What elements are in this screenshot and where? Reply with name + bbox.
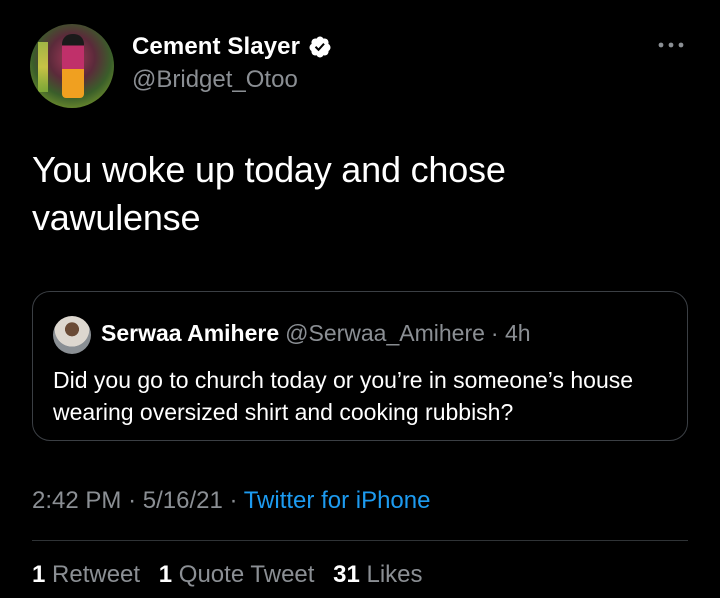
- quoted-tweet-card[interactable]: Serwaa Amihere @Serwaa_Amihere · 4h Did yo…: [32, 291, 688, 441]
- tweet-text: You woke up today and chose vawulense: [32, 149, 506, 238]
- retweets-stat[interactable]: 1 Retweet: [32, 561, 140, 588]
- tweet-date[interactable]: 5/16/21: [143, 487, 223, 514]
- engagement-stats: 1 Retweet 1 Quote Tweet 31 Likes: [32, 561, 435, 589]
- retweets-count: 1: [32, 561, 46, 588]
- retweets-label: Retweet: [52, 561, 141, 588]
- quoted-author-avatar[interactable]: [53, 316, 91, 354]
- tweet-time[interactable]: 2:42 PM: [32, 487, 121, 514]
- author-display-name[interactable]: Cement Slayer: [132, 33, 300, 61]
- quoted-tweet-header: Serwaa Amihere @Serwaa_Amihere · 4h: [101, 320, 531, 347]
- likes-stat[interactable]: 31 Likes: [333, 561, 422, 588]
- verified-badge-icon: [309, 36, 331, 58]
- tweet-source-link[interactable]: Twitter for iPhone: [244, 487, 431, 514]
- meta-separator: ·: [229, 487, 238, 514]
- quoted-tweet-age: · 4h: [490, 320, 531, 346]
- quoted-author-handle[interactable]: @Serwaa_Amihere: [285, 320, 485, 346]
- quoted-tweet-text: Did you go to church today or you’re in …: [53, 367, 634, 425]
- author-name-row: Cement Slayer: [132, 33, 332, 61]
- tweet-metadata: 2:42 PM · 5/16/21 · Twitter for iPhone: [32, 487, 430, 515]
- quotes-count: 1: [158, 561, 173, 588]
- author-avatar[interactable]: [30, 24, 114, 108]
- author-handle[interactable]: @Bridget_Otoo: [132, 66, 298, 94]
- quoted-author-name[interactable]: Serwaa Amihere: [101, 320, 279, 346]
- meta-separator: ·: [128, 487, 137, 514]
- quotes-label: Quote Tweet: [178, 561, 315, 588]
- likes-label: Likes: [366, 561, 423, 588]
- more-options-icon[interactable]: [656, 38, 686, 52]
- quote-tweets-stat[interactable]: 1 Quote Tweet: [159, 561, 315, 588]
- avatar-figure: [62, 34, 84, 98]
- likes-count: 31: [333, 561, 360, 588]
- avatar-decoration: [38, 42, 48, 92]
- divider: [32, 540, 688, 541]
